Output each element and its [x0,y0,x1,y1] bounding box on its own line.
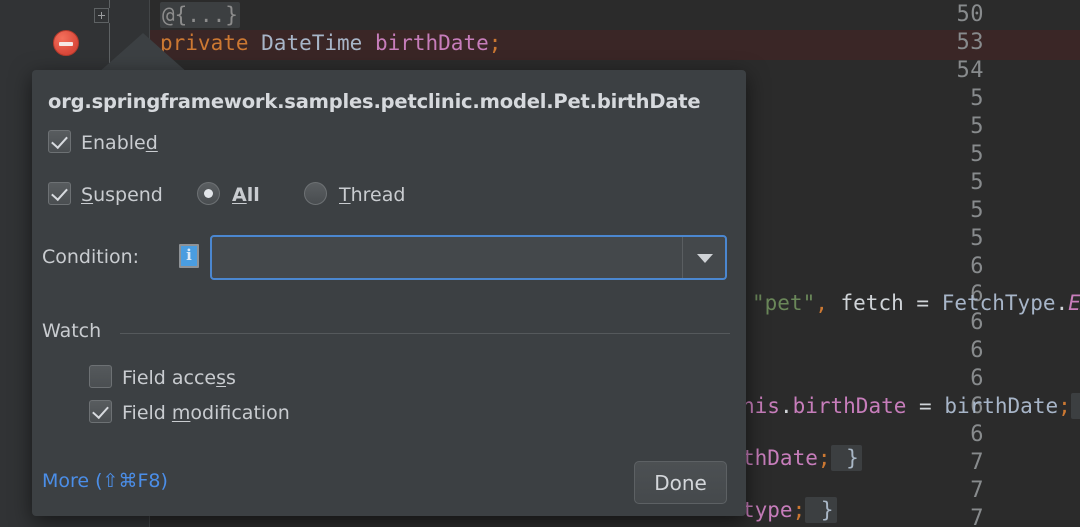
code-token: } [1070,393,1080,419]
code-token: DateTime [261,31,375,55]
screenshot-root: 50 53 54 5 5 5 5 5 5 6 6 6 6 6 6 6 7 7 7 @{...} private Dat… [0,0,1080,527]
suspend-thread-label: Thread [339,184,405,206]
line-number: 50 [956,2,984,27]
field-modification-mnemonic: m [171,402,191,424]
suspend-mnemonic: S [81,184,94,206]
code-line: private DateTime birthDate; [160,30,501,56]
code-token: } [805,497,837,523]
breakpoint-settings-popup[interactable]: org.springframework.samples.petclinic.mo… [32,70,746,516]
fold-region-line [109,0,110,8]
code-token: ; [792,498,806,522]
condition-input[interactable] [214,239,674,278]
enabled-mnemonic: d [145,132,158,154]
code-token: = [916,291,942,315]
code-token: fetch [827,291,917,315]
line-number: 7 [970,506,984,527]
field-access-label-post: s [226,367,236,389]
expand-fold-icon[interactable] [94,8,109,23]
code-token: birthDate [374,31,489,55]
suspend-checkbox[interactable] [48,182,71,205]
field-watchpoint-icon[interactable] [53,30,79,56]
suspend-thread-mnemonic: T [339,184,351,206]
code-token: birthDate [944,394,1059,418]
code-token: ; [817,446,831,470]
condition-field[interactable] [210,235,727,280]
field-modification-checkbox[interactable] [89,400,112,423]
field-access-checkbox[interactable] [89,365,112,388]
code-token: EA [1068,291,1080,315]
code-token: ; [1058,394,1071,418]
popup-pointer-tail [98,33,188,73]
line-number: 6 [970,366,984,391]
watch-group-label: Watch [42,320,111,342]
chevron-down-icon[interactable] [682,237,725,278]
suspend-all-radio[interactable] [197,182,220,205]
line-number: 5 [970,170,984,195]
field-modification-label-post: odification [190,402,290,424]
watch-group-separator [120,333,730,334]
suspend-thread-radio[interactable] [304,182,327,205]
enabled-checkbox[interactable] [48,130,71,153]
file-info-icon[interactable] [179,244,199,268]
field-modification-label-pre: Field [122,402,172,424]
enabled-label: Enabled [81,132,158,154]
code-token: type [742,498,793,522]
line-number: 7 [970,450,984,475]
condition-label: Condition: [42,246,140,268]
suspend-all-label: All [232,184,260,206]
popup-title: org.springframework.samples.petclinic.mo… [48,90,701,113]
suspend-all-label-text: ll [246,184,260,206]
code-line: @{...} [160,2,240,28]
code-token: his [742,394,780,418]
code-token: ; [488,31,502,55]
line-number: 5 [970,86,984,111]
code-token: thDate [742,446,818,470]
line-number: 7 [970,478,984,503]
code-token: FetchType [941,291,1056,315]
line-number: 53 [956,30,984,55]
line-number: 5 [970,226,984,251]
code-line: thDate; } [742,445,862,471]
line-number: 5 [970,198,984,223]
more-link[interactable]: More (⇧⌘F8) [42,470,168,492]
enabled-label-text: Enable [81,132,146,154]
suspend-label: Suspend [81,184,163,206]
field-access-mnemonic: s [216,367,227,389]
code-token: @{...} [160,2,240,28]
code-token: = [919,394,945,418]
line-number: 5 [970,142,984,167]
code-token: . [779,394,793,418]
line-number: 5 [970,114,984,139]
code-token: } [830,445,862,471]
code-token: . [1055,291,1069,315]
line-number: 54 [956,58,984,83]
suspend-all-mnemonic: A [232,184,247,206]
line-number: 6 [970,338,984,363]
field-access-label: Field access [122,367,236,389]
line-number: 6 [970,422,984,447]
line-number: 6 [970,254,984,279]
code-token: , [815,291,828,315]
suspend-label-text: uspend [93,184,163,206]
code-line: his.birthDate = birthDate; } [742,393,1080,419]
field-modification-label: Field modification [122,402,290,424]
field-access-label-pre: Field acce [122,367,217,389]
code-line: type; } [742,497,837,523]
suspend-thread-label-text: hread [350,184,406,206]
done-button[interactable]: Done [634,461,727,504]
code-line: "pet", fetch = FetchType.EA [752,290,1080,316]
code-token: birthDate [792,394,920,418]
code-token: "pet" [752,291,816,315]
